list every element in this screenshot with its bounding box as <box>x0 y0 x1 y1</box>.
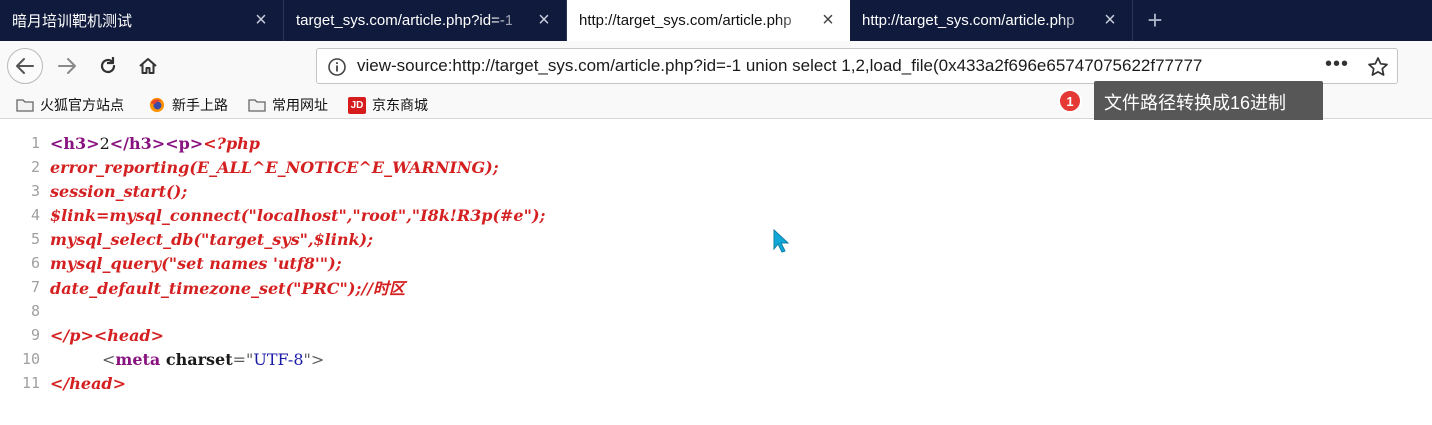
home-icon <box>139 58 157 74</box>
folder-icon <box>16 99 34 112</box>
tab-article-active[interactable]: http://target_sys.com/article.php × <box>567 0 850 41</box>
annotation-tooltip: 文件路径转换成16进制 <box>1094 81 1323 123</box>
close-icon[interactable]: × <box>1100 9 1120 31</box>
php-code: mysql_select_db("target_sys",$link); <box>50 229 374 249</box>
tab-training-target[interactable]: 暗月培训靶机测试 × <box>0 0 284 41</box>
line-number: 7 <box>30 278 40 296</box>
annotation-badge: 1 <box>1058 89 1082 113</box>
close-icon[interactable]: × <box>251 9 271 31</box>
home-button[interactable] <box>130 48 166 84</box>
line-number: 1 <box>30 134 40 152</box>
line-number: 8 <box>30 302 40 320</box>
tab-article-1[interactable]: target_sys.com/article.php?id=-1 × <box>284 0 567 41</box>
line-number: 5 <box>30 230 40 248</box>
folder-icon <box>248 99 266 112</box>
bookmark-getting-started[interactable]: 新手上路 <box>148 94 228 116</box>
tab-article-3[interactable]: http://target_sys.com/article.php × <box>850 0 1133 41</box>
php-code: </head> <box>50 373 127 393</box>
source-line: 4 $link=mysql_connect("localhost","root"… <box>0 203 1000 227</box>
jd-icon: JD <box>348 96 366 114</box>
tab-strip: 暗月培训靶机测试 × target_sys.com/article.php?id… <box>0 0 1432 41</box>
page-actions-button[interactable]: ••• <box>1323 49 1351 83</box>
line-number: 2 <box>30 158 40 176</box>
bookmark-label: 常用网址 <box>272 97 328 113</box>
bookmark-common-sites[interactable]: 常用网址 <box>248 94 328 116</box>
close-icon[interactable]: × <box>534 9 554 31</box>
mouse-cursor-icon <box>773 228 790 253</box>
line-number: 3 <box>30 182 40 200</box>
forward-button[interactable] <box>49 48 85 84</box>
line-number: 10 <box>21 350 40 368</box>
url-text[interactable]: view-source:http://target_sys.com/articl… <box>357 49 1289 83</box>
forward-arrow-icon <box>58 58 76 74</box>
new-tab-button[interactable]: + <box>1133 0 1177 41</box>
php-code: $link=mysql_connect("localhost","root","… <box>50 205 546 225</box>
bookmark-label: 京东商城 <box>372 97 428 113</box>
source-line: 6 mysql_query("set names 'utf8'"); <box>0 251 1000 275</box>
source-line: 9 </p><head> <box>0 323 1000 347</box>
source-line: 10 < meta charset =" UTF-8 " > <box>0 347 1000 371</box>
reload-button[interactable] <box>90 48 126 84</box>
tab-title: http://target_sys.com/article.php <box>862 12 1075 29</box>
bookmark-jd-mall[interactable]: JD 京东商城 <box>348 94 428 116</box>
source-line: 3 session_start(); <box>0 179 1000 203</box>
bookmark-firefox-official[interactable]: 火狐官方站点 <box>16 94 124 116</box>
php-code: mysql_query("set names 'utf8'"); <box>50 253 342 273</box>
bookmark-star-icon[interactable] <box>1367 56 1389 78</box>
source-line: 5 mysql_select_db("target_sys",$link); <box>0 227 1000 251</box>
line-number: 6 <box>30 254 40 272</box>
firefox-icon <box>149 97 165 113</box>
source-view: 1 < h3 >2 </h3 >< p > <?php 2 error_reporting(E… <box>0 120 1432 425</box>
source-line: 2 error_reporting(E_ALL^E_NOTICE^E_WARNI… <box>0 155 1000 179</box>
line-number: 4 <box>30 206 40 224</box>
close-icon[interactable]: × <box>818 9 838 31</box>
info-icon[interactable] <box>327 57 347 77</box>
bookmark-label: 火狐官方站点 <box>40 97 124 113</box>
line-number: 11 <box>21 374 40 392</box>
tab-title: target_sys.com/article.php?id=-1 <box>296 12 512 29</box>
php-code: session_start(); <box>50 181 188 201</box>
source-line: 11 </head> <box>0 371 1000 395</box>
tab-title: http://target_sys.com/article.php <box>579 12 792 29</box>
php-code: date_default_timezone_set("PRC");//时区 <box>50 279 406 298</box>
back-arrow-icon <box>16 58 34 74</box>
source-line: 1 < h3 >2 </h3 >< p > <?php <box>0 131 1000 155</box>
reload-icon <box>100 57 116 74</box>
tab-title: 暗月培训靶机测试 <box>12 13 133 30</box>
back-button[interactable] <box>7 48 43 84</box>
source-line: 8 <box>0 299 1000 323</box>
source-line: 7 date_default_timezone_set("PRC");//时区 <box>0 275 1000 299</box>
php-code: </p><head> <box>50 325 165 345</box>
php-code: error_reporting(E_ALL^E_NOTICE^E_WARNING… <box>50 157 499 177</box>
line-number: 9 <box>30 326 40 344</box>
bookmark-label: 新手上路 <box>172 97 228 113</box>
address-bar[interactable]: view-source:http://target_sys.com/articl… <box>316 48 1398 84</box>
